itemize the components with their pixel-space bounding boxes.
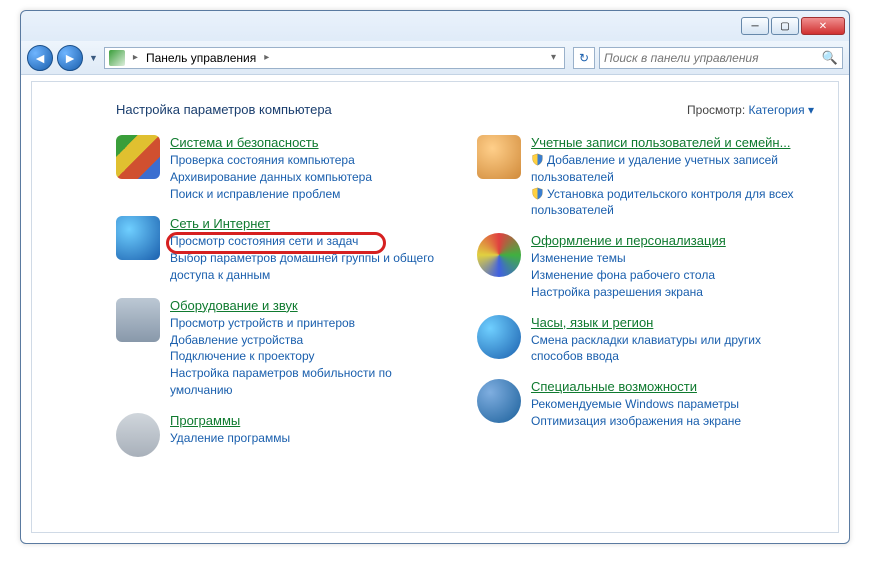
category-body: Сеть и Интернет Просмотр состояния сети и… bbox=[170, 216, 453, 283]
category-body: Оборудование и звук Просмотр устройств и … bbox=[170, 298, 453, 399]
category-link[interactable]: Настройка разрешения экрана bbox=[531, 284, 814, 301]
category-link[interactable]: Добавление и удаление учетных записей по… bbox=[531, 152, 814, 186]
category-link[interactable]: Настройка параметров мобильности по умол… bbox=[170, 365, 453, 399]
prog-icon bbox=[116, 413, 160, 457]
category-link[interactable]: Проверка состояния компьютера bbox=[170, 152, 453, 169]
search-icon[interactable]: 🔍 bbox=[822, 50, 838, 66]
breadcrumb-root[interactable]: Панель управления bbox=[146, 51, 256, 65]
category-link[interactable]: Добавление устройства bbox=[170, 332, 453, 349]
category-link[interactable]: Просмотр устройств и принтеров bbox=[170, 315, 453, 332]
view-by-dropdown[interactable]: Категория ▾ bbox=[749, 103, 814, 117]
category-link[interactable]: Рекомендуемые Windows параметры bbox=[531, 396, 814, 413]
control-panel-window: ─ ▢ ✕ ◄ ► ▼ ▸ Панель управления ▸ ▾ ↻ 🔍 … bbox=[20, 10, 850, 544]
category-app: Оформление и персонализация Изменение тем… bbox=[477, 233, 814, 300]
view-by-label: Просмотр: bbox=[687, 103, 745, 117]
acc-icon bbox=[477, 379, 521, 423]
category-body: Система и безопасность Проверка состояния… bbox=[170, 135, 453, 202]
left-column: Система и безопасность Проверка состояния… bbox=[116, 135, 453, 471]
category-link[interactable]: Подключение к проектору bbox=[170, 348, 453, 365]
category-body: Специальные возможности Рекомендуемые Win… bbox=[531, 379, 814, 430]
category-clk: Часы, язык и регион Смена раскладки клави… bbox=[477, 315, 814, 366]
category-link[interactable]: Поиск и исправление проблем bbox=[170, 186, 453, 203]
right-column: Учетные записи пользователей и семейн...… bbox=[477, 135, 814, 471]
page-title: Настройка параметров компьютера bbox=[116, 102, 332, 117]
category-net: Сеть и Интернет Просмотр состояния сети и… bbox=[116, 216, 453, 283]
category-user: Учетные записи пользователей и семейн...… bbox=[477, 135, 814, 219]
category-title[interactable]: Учетные записи пользователей и семейн... bbox=[531, 135, 814, 150]
category-link[interactable]: Изменение фона рабочего стола bbox=[531, 267, 814, 284]
refresh-button[interactable]: ↻ bbox=[573, 47, 595, 69]
category-title[interactable]: Программы bbox=[170, 413, 453, 428]
category-title[interactable]: Часы, язык и регион bbox=[531, 315, 814, 330]
search-box[interactable]: 🔍 bbox=[599, 47, 843, 69]
sys-icon bbox=[116, 135, 160, 179]
category-title[interactable]: Система и безопасность bbox=[170, 135, 453, 150]
content-pane: Настройка параметров компьютера Просмотр… bbox=[31, 81, 839, 533]
category-title[interactable]: Оборудование и звук bbox=[170, 298, 453, 313]
titlebar: ─ ▢ ✕ bbox=[21, 11, 849, 41]
content-header: Настройка параметров компьютера Просмотр… bbox=[116, 102, 814, 117]
category-body: Программы Удаление программы bbox=[170, 413, 453, 457]
back-button[interactable]: ◄ bbox=[27, 45, 53, 71]
maximize-button[interactable]: ▢ bbox=[771, 17, 799, 35]
category-title[interactable]: Сеть и Интернет bbox=[170, 216, 453, 231]
category-link[interactable]: Оптимизация изображения на экране bbox=[531, 413, 814, 430]
control-panel-icon bbox=[109, 50, 125, 66]
app-icon bbox=[477, 233, 521, 277]
category-body: Оформление и персонализация Изменение тем… bbox=[531, 233, 814, 300]
hw-icon bbox=[116, 298, 160, 342]
forward-button[interactable]: ► bbox=[57, 45, 83, 71]
category-title[interactable]: Специальные возможности bbox=[531, 379, 814, 394]
nav-toolbar: ◄ ► ▼ ▸ Панель управления ▸ ▾ ↻ 🔍 bbox=[21, 41, 849, 75]
history-dropdown-icon[interactable]: ▼ bbox=[87, 53, 100, 63]
category-columns: Система и безопасность Проверка состояния… bbox=[116, 135, 814, 471]
category-link[interactable]: Смена раскладки клавиатуры или других сп… bbox=[531, 332, 814, 366]
category-link[interactable]: Просмотр состояния сети и задач bbox=[170, 233, 453, 250]
category-link[interactable]: Изменение темы bbox=[531, 250, 814, 267]
minimize-button[interactable]: ─ bbox=[741, 17, 769, 35]
category-link[interactable]: Установка родительского контроля для все… bbox=[531, 186, 814, 220]
category-link[interactable]: Удаление программы bbox=[170, 430, 453, 447]
category-sys: Система и безопасность Проверка состояния… bbox=[116, 135, 453, 202]
address-dropdown-icon[interactable]: ▾ bbox=[547, 52, 560, 63]
category-acc: Специальные возможности Рекомендуемые Win… bbox=[477, 379, 814, 430]
chevron-right-icon: ▸ bbox=[260, 52, 273, 63]
category-title[interactable]: Оформление и персонализация bbox=[531, 233, 814, 248]
category-body: Часы, язык и регион Смена раскладки клави… bbox=[531, 315, 814, 366]
close-button[interactable]: ✕ bbox=[801, 17, 845, 35]
search-input[interactable] bbox=[604, 51, 822, 65]
user-icon bbox=[477, 135, 521, 179]
category-prog: Программы Удаление программы bbox=[116, 413, 453, 457]
view-by: Просмотр: Категория ▾ bbox=[687, 103, 814, 117]
category-body: Учетные записи пользователей и семейн...… bbox=[531, 135, 814, 219]
category-link[interactable]: Выбор параметров домашней группы и общег… bbox=[170, 250, 453, 284]
category-hw: Оборудование и звук Просмотр устройств и … bbox=[116, 298, 453, 399]
net-icon bbox=[116, 216, 160, 260]
category-link[interactable]: Архивирование данных компьютера bbox=[170, 169, 453, 186]
chevron-right-icon: ▸ bbox=[129, 52, 142, 63]
clk-icon bbox=[477, 315, 521, 359]
address-bar[interactable]: ▸ Панель управления ▸ ▾ bbox=[104, 47, 565, 69]
